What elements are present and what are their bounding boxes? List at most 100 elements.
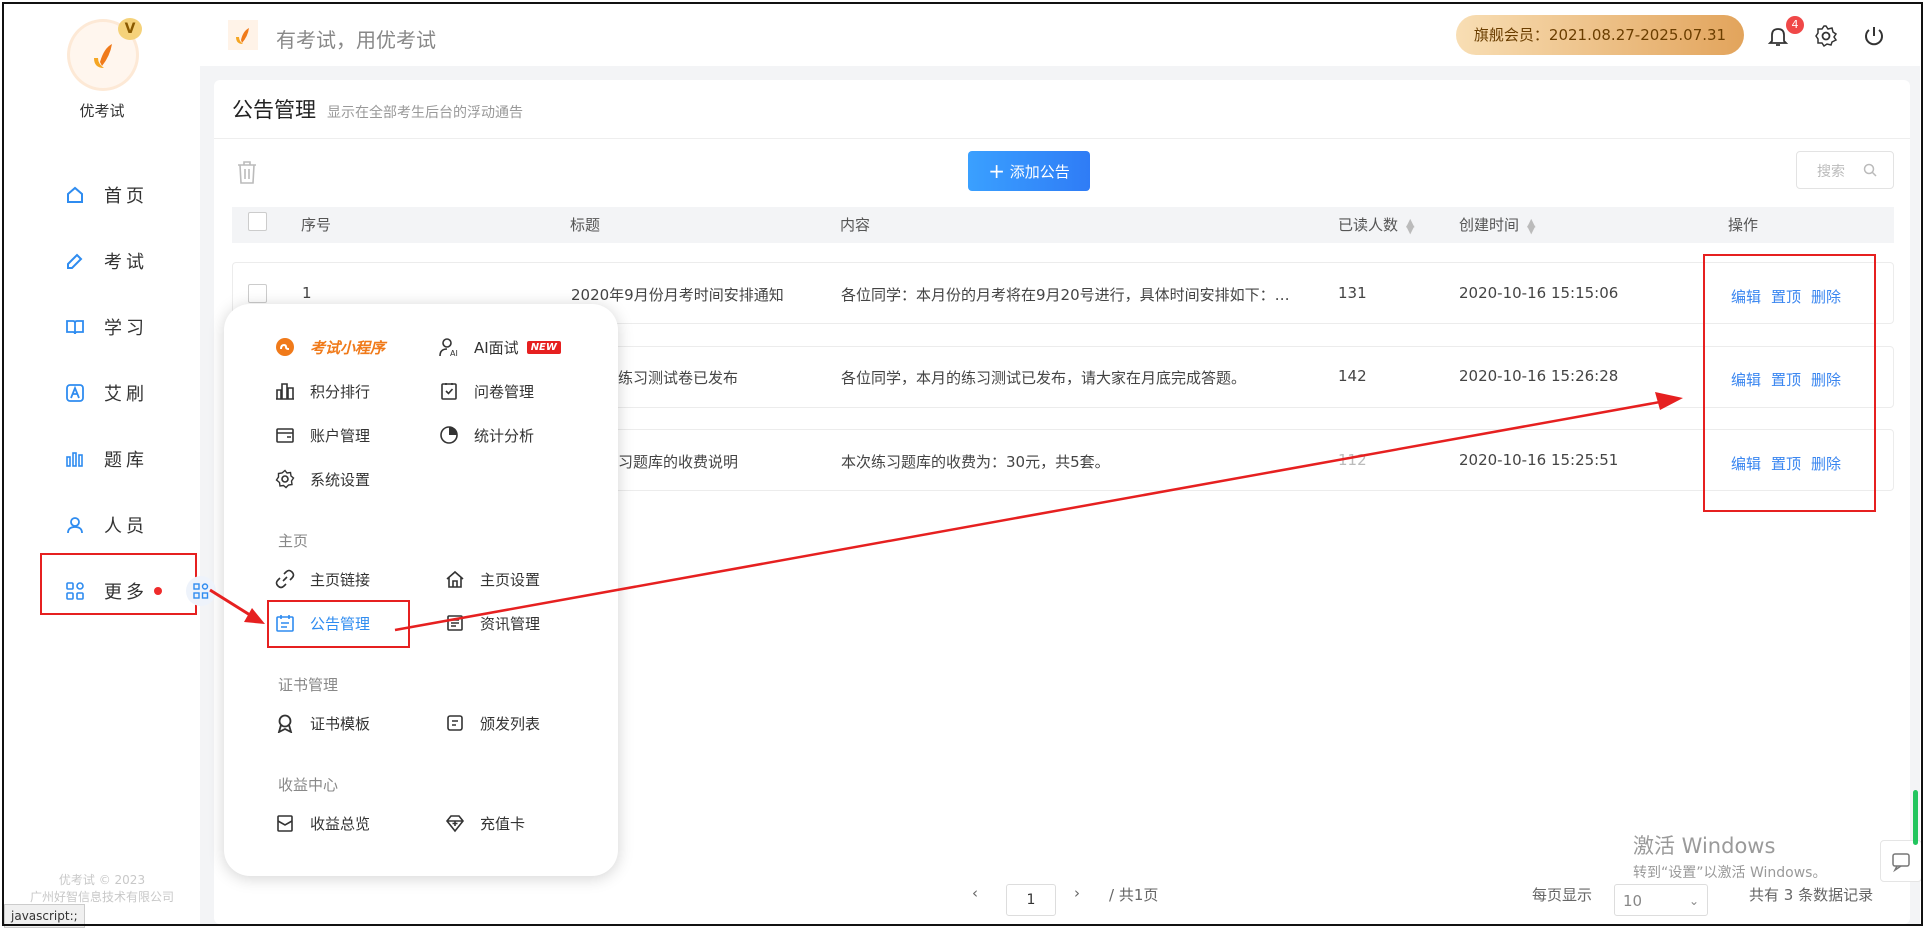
nav-label: 人员: [104, 516, 148, 537]
nav-exam[interactable]: 考试: [64, 246, 148, 276]
plus-icon: +: [988, 159, 1005, 183]
nav-label: 学习: [104, 318, 148, 339]
records-summary: 共有 3 条数据记录: [1749, 886, 1874, 904]
sidebar: V 优考试 首页 考试 学习 艾刷 题库 人员 更多 优考试 © 2023 广州…: [4, 4, 200, 924]
chat-icon[interactable]: [1880, 840, 1922, 882]
row-no: 1: [302, 284, 312, 302]
brand-name: 优考试: [79, 102, 125, 120]
menu-item-issued-list[interactable]: 颁发列表: [444, 710, 540, 736]
row-content: 本次练习题库的收费为：30元，共5套。: [841, 453, 1110, 471]
ranking-icon: [274, 380, 296, 402]
chevron-down-icon: ⌄: [1688, 894, 1699, 908]
mini-program-icon: [274, 336, 296, 358]
footer-copyright: 优考试 © 2023 广州好智信息技术有限公司: [29, 873, 174, 904]
add-notice-button[interactable]: + 添加公告: [968, 151, 1090, 191]
book-icon: [64, 316, 86, 338]
select-all-checkbox[interactable]: [248, 212, 267, 231]
row-created-time: 2020-10-16 15:15:06: [1459, 284, 1619, 302]
page-number-input[interactable]: 1: [1006, 884, 1056, 916]
search-placeholder: 搜索: [1817, 164, 1845, 180]
per-page-label: 每页显示: [1532, 886, 1593, 904]
gear-icon: [274, 468, 296, 490]
page-title: 公告管理: [232, 98, 316, 122]
row-read-count: 142: [1338, 367, 1367, 385]
row-checkbox[interactable]: [248, 284, 267, 303]
menu-item-survey[interactable]: 问卷管理: [438, 378, 534, 404]
total-pages: / 共1页: [1109, 886, 1159, 904]
nav-label: 题库: [104, 450, 148, 471]
column-header-actions: 操作: [1728, 216, 1759, 234]
ai-interview-icon: AI: [438, 336, 460, 358]
nav-question-bank[interactable]: 题库: [64, 444, 148, 474]
pencil-icon: [64, 250, 86, 272]
menu-section-home: 主页: [278, 532, 309, 550]
menu-item-income-overview[interactable]: 收益总览: [274, 810, 370, 836]
diamond-icon: [444, 812, 466, 834]
column-header-no: 序号: [301, 216, 332, 234]
menu-item-mini-program[interactable]: 考试小程序: [274, 334, 385, 360]
row-created-time: 2020-10-16 15:25:51: [1459, 451, 1619, 469]
vip-v-badge: V: [118, 18, 142, 40]
sort-icon: ▲ ▼: [1406, 215, 1415, 236]
menu-item-account[interactable]: 账户管理: [274, 422, 370, 448]
menu-section-certificate: 证书管理: [278, 676, 339, 694]
menu-item-certificate-template[interactable]: 证书模板: [274, 710, 370, 736]
menu-item-news-management[interactable]: 资讯管理: [444, 610, 540, 636]
brand-logo[interactable]: V: [70, 18, 142, 88]
more-menu-trigger-icon[interactable]: [186, 576, 216, 606]
highlight-box-more: [40, 553, 197, 615]
menu-item-home-link[interactable]: 主页链接: [274, 566, 370, 592]
column-header-created[interactable]: 创建时间 ▲ ▼: [1459, 214, 1535, 235]
menu-item-system-settings[interactable]: 系统设置: [274, 466, 370, 492]
top-bar: 有考试，用优考试 旗舰会员：2021.08.27-2025.07.31 4: [200, 4, 1920, 67]
column-header-read[interactable]: 已读人数 ▲ ▼: [1338, 214, 1414, 235]
row-content: 各位同学：本月份的月考将在9月20号进行，具体时间安排如下：…: [841, 286, 1290, 304]
nav-label: 考试: [104, 252, 148, 273]
search-input[interactable]: 搜索: [1796, 151, 1894, 189]
letter-a-icon: [64, 382, 86, 404]
income-icon: [274, 812, 296, 834]
menu-item-home-settings[interactable]: 主页设置: [444, 566, 540, 592]
row-title: 练习测试卷已发布: [618, 369, 739, 387]
new-badge: NEW: [526, 340, 561, 354]
search-icon: [1863, 163, 1877, 177]
survey-icon: [438, 380, 460, 402]
certificate-icon: [274, 712, 296, 734]
row-content: 各位同学，本月的练习测试已发布，请大家在月底完成答题。: [841, 369, 1247, 387]
vip-membership-badge[interactable]: 旗舰会员：2021.08.27-2025.07.31: [1456, 15, 1744, 55]
trash-icon[interactable]: [234, 158, 260, 186]
power-icon[interactable]: [1862, 24, 1886, 48]
brand-logo-icon: [94, 44, 112, 68]
next-page-icon[interactable]: ›: [1074, 884, 1080, 902]
table-header: [232, 207, 1894, 243]
home-icon: [64, 184, 86, 206]
nav-people[interactable]: 人员: [64, 510, 148, 540]
nav-brush[interactable]: 艾刷: [64, 378, 148, 408]
notification-count-badge: 4: [1786, 16, 1804, 34]
menu-item-ai-interview[interactable]: AI AI面试 NEW: [438, 334, 561, 360]
column-header-title: 标题: [570, 216, 601, 234]
column-header-content: 内容: [840, 216, 871, 234]
list-icon: [444, 712, 466, 734]
nav-study[interactable]: 学习: [64, 312, 148, 342]
bars-icon: [64, 448, 86, 470]
menu-item-statistics[interactable]: 统计分析: [438, 422, 534, 448]
menu-item-recharge-card[interactable]: 充值卡: [444, 810, 525, 836]
link-icon: [274, 568, 296, 590]
nav-label: 首页: [104, 186, 148, 207]
wallet-icon: [274, 424, 296, 446]
page-subtitle: 显示在全部考生后台的浮动通告: [327, 105, 523, 121]
windows-activation-watermark: 激活 Windows 转到“设置”以激活 Windows。: [1633, 834, 1827, 881]
per-page-select[interactable]: 10 ⌄: [1614, 884, 1708, 916]
nav-home[interactable]: 首页: [64, 180, 148, 210]
header-logo-icon[interactable]: [228, 20, 258, 50]
row-read-count: 131: [1338, 284, 1367, 302]
row-created-time: 2020-10-16 15:26:28: [1459, 367, 1619, 385]
menu-item-ranking[interactable]: 积分排行: [274, 378, 370, 404]
scrollbar-indicator[interactable]: [1913, 790, 1918, 845]
row-title: 习题库的收费说明: [618, 453, 739, 471]
title-divider: [214, 138, 1910, 139]
prev-page-icon[interactable]: ‹: [972, 884, 978, 902]
gear-icon[interactable]: [1814, 24, 1838, 48]
menu-section-income: 收益中心: [278, 776, 339, 794]
